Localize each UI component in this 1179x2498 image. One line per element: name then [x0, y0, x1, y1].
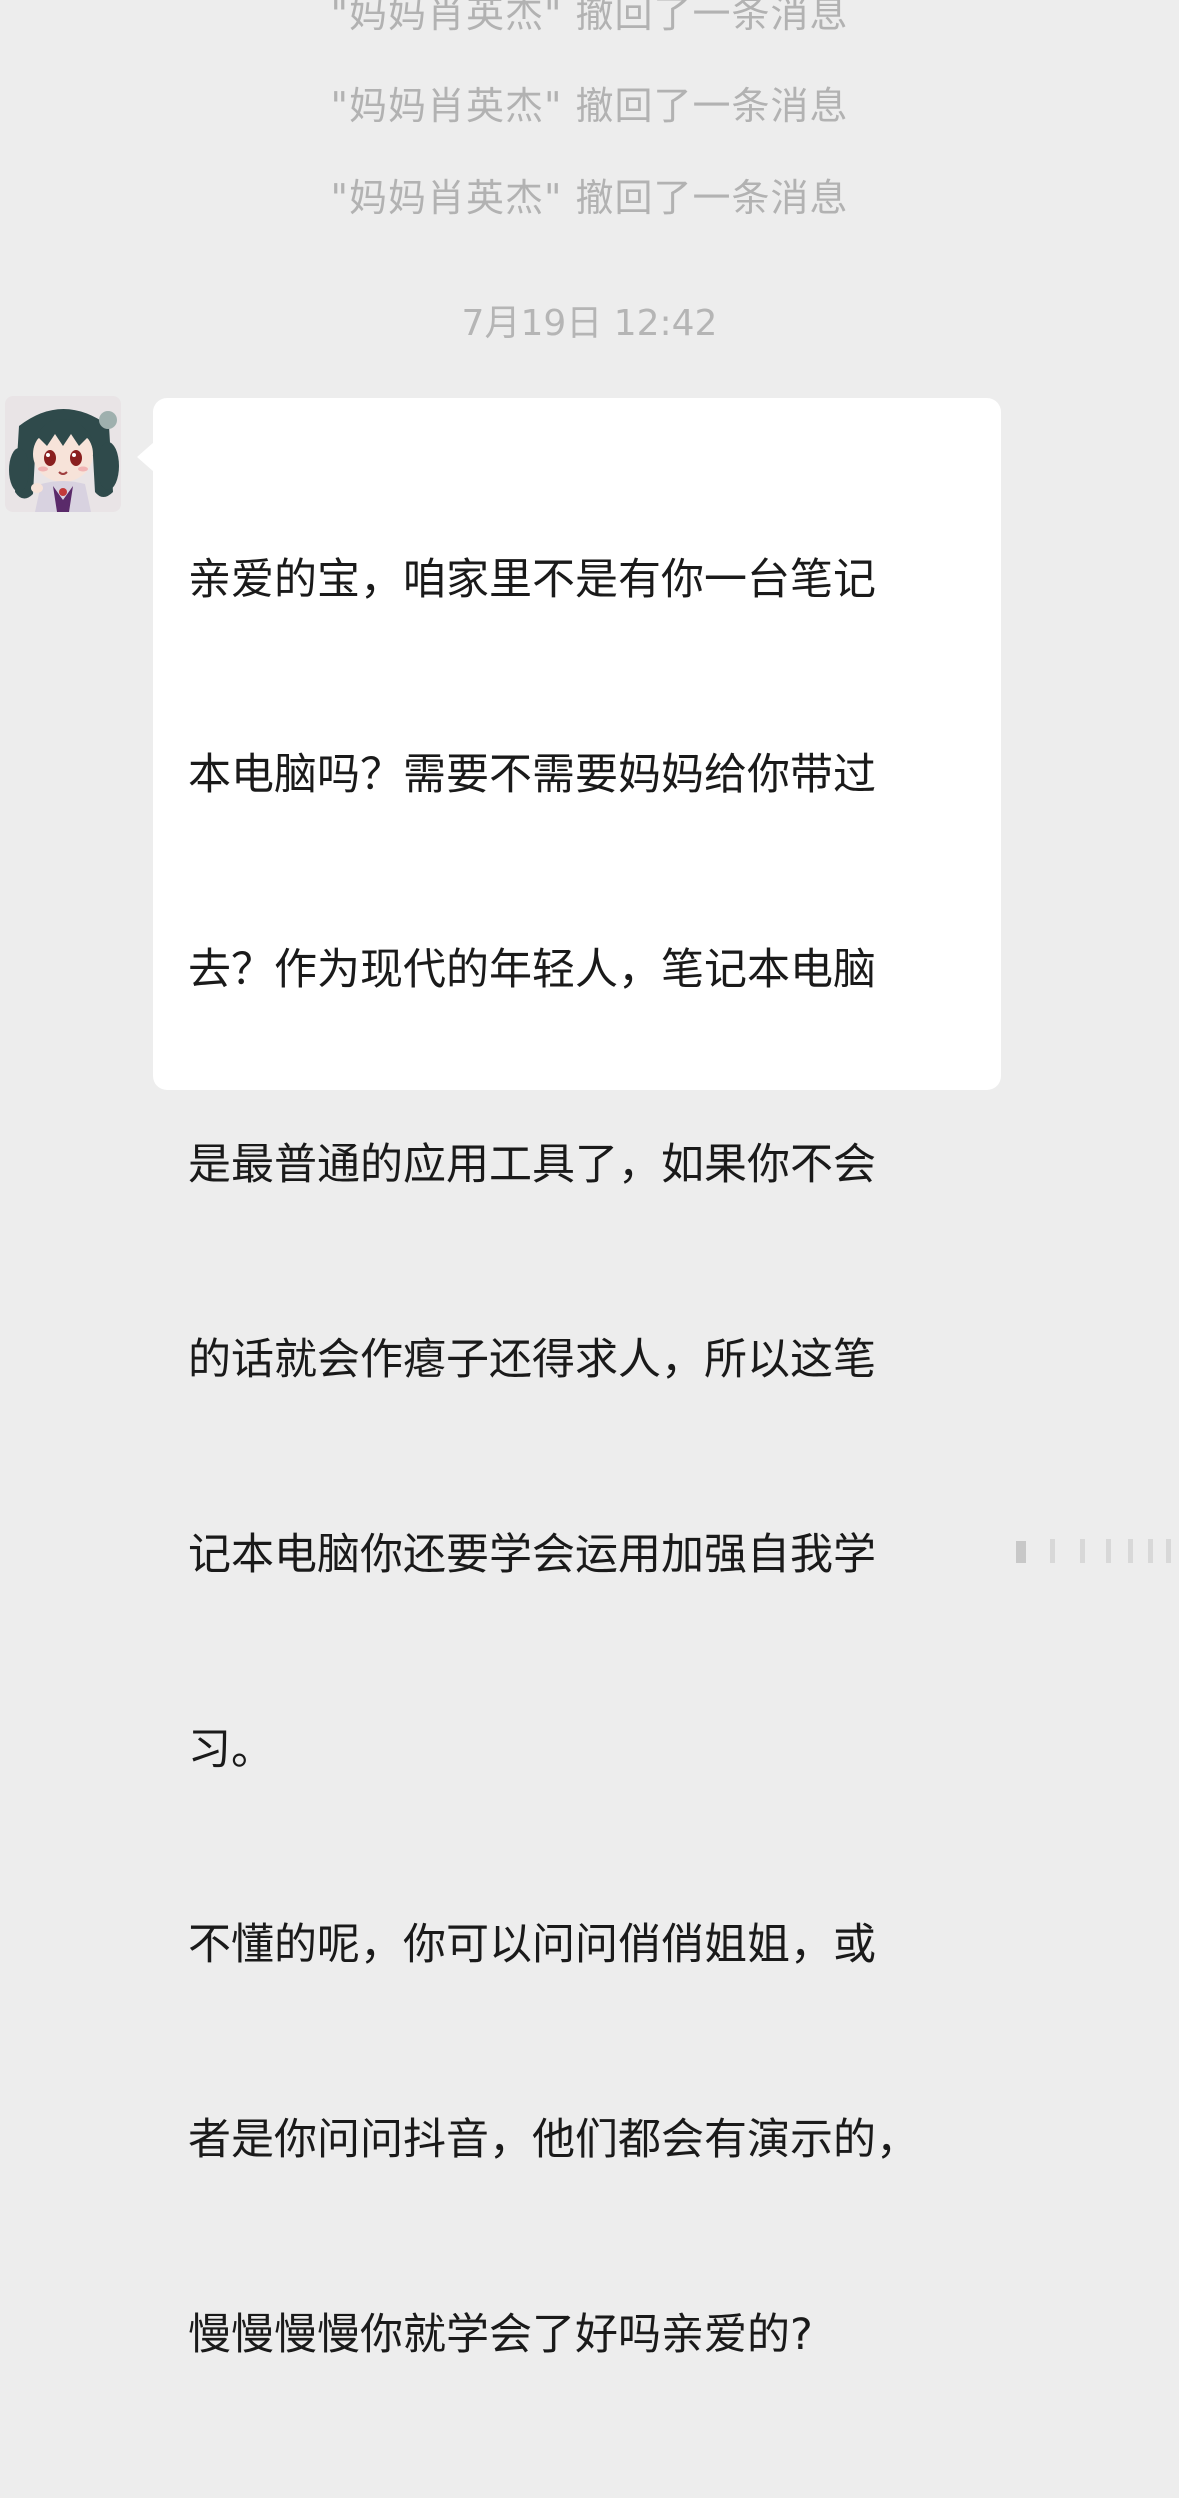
- recall-notice: "妈妈肖英杰" 撤回了一条消息: [330, 84, 849, 128]
- message-timestamp: 7月19日 12:42: [461, 303, 718, 344]
- recall-notice: "妈妈肖英杰" 撤回了一条消息: [330, 176, 849, 220]
- message-line: 习。: [188, 1725, 274, 1775]
- message-line: 是最普通的应用工具了，如果你不会: [188, 1140, 876, 1190]
- message-bubble[interactable]: 亲爱的宝，咱家里不是有你一台笔记 本电脑吗？需要不需要妈妈给你带过 去？作为现代…: [137, 398, 1001, 2360]
- recall-notice: "妈妈肖英杰" 撤回了一条消息: [330, 0, 849, 36]
- message-line: 慢慢慢慢你就学会了好吗亲爱的?: [188, 2310, 813, 2360]
- message-line: 亲爱的宝，咱家里不是有你一台笔记: [188, 555, 876, 605]
- watermark-bars-icon: [1016, 1539, 1171, 1563]
- message-line: 的话就会作瘪子还得求人，所以这笔: [188, 1335, 876, 1385]
- message-line: 记本电脑你还要学会运用加强自我学: [188, 1530, 876, 1580]
- sender-avatar[interactable]: [5, 396, 121, 512]
- anime-girl-avatar-icon: [5, 396, 121, 512]
- bubble-tail: [137, 442, 154, 472]
- message-text: 亲爱的宝，咱家里不是有你一台笔记 本电脑吗？需要不需要妈妈给你带过 去？作为现代…: [188, 418, 971, 2498]
- message-line: 者是你问问抖音，他们都会有演示的，: [188, 2115, 919, 2165]
- chat-area[interactable]: "妈妈肖英杰" 撤回了一条消息 "妈妈肖英杰" 撤回了一条消息 "妈妈肖英杰" …: [0, 0, 1179, 2360]
- message-line: 去？作为现代的年轻人，笔记本电脑: [188, 945, 876, 995]
- message-line: 不懂的呢，你可以问问俏俏姐姐，或: [188, 1920, 876, 1970]
- message-line: 本电脑吗？需要不需要妈妈给你带过: [188, 750, 876, 800]
